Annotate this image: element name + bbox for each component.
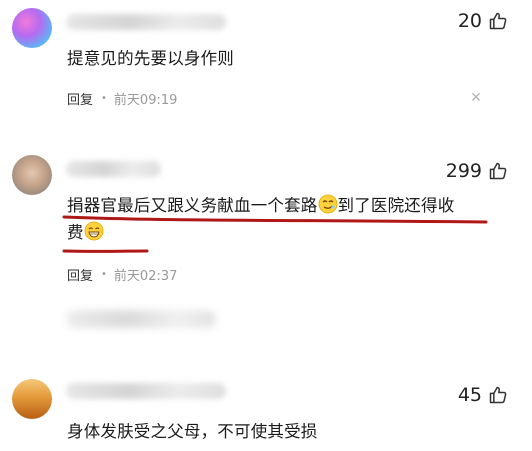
blurred-username	[66, 14, 226, 30]
thumb-up-icon	[488, 11, 508, 31]
avatar[interactable]	[12, 155, 52, 195]
comment-text-part: 到了医院还得收	[337, 196, 455, 215]
like-count: 299	[445, 160, 482, 182]
blurred-username	[66, 161, 161, 177]
like-button[interactable]: 20	[458, 10, 508, 32]
comment-feed: 20 提意见的先要以身作则 回复 • 前天09:19 ✕ 299 捐器官最后又跟…	[0, 0, 532, 451]
timestamp: 前天09:19	[113, 93, 178, 108]
like-count: 45	[457, 384, 482, 406]
like-button[interactable]: 299	[446, 160, 508, 182]
timestamp: 前天02:37	[113, 269, 178, 284]
avatar[interactable]	[12, 379, 52, 419]
comment-text-part: 费	[67, 223, 84, 242]
blurred-username	[66, 383, 226, 399]
smirk-emoji	[318, 194, 338, 214]
reply-button[interactable]: 回复	[67, 265, 93, 284]
separator-dot: •	[101, 269, 107, 280]
separator-dot: •	[101, 93, 107, 104]
comment-text: 捐器官最后又跟义务献血一个套路 到了医院还得收 费	[67, 192, 507, 246]
avatar[interactable]	[12, 8, 52, 48]
comment-text-part: 捐器官最后又跟义务献血一个套路	[67, 196, 318, 215]
thumb-up-icon	[488, 161, 508, 181]
thumb-up-icon	[488, 385, 508, 405]
reply-button[interactable]: 回复	[67, 89, 93, 108]
like-count: 20	[457, 10, 482, 32]
comment-text: 提意见的先要以身作则	[67, 49, 234, 68]
grin-emoji	[84, 221, 104, 241]
comment-meta: 回复 • 前天02:37	[67, 265, 177, 284]
comment-text: 身体发肤受之父母，不可使其受损	[67, 422, 318, 441]
blurred-reply-preview	[66, 310, 216, 328]
comment-meta: 回复 • 前天09:19	[67, 89, 177, 108]
like-button[interactable]: 45	[458, 384, 508, 406]
close-icon[interactable]: ✕	[469, 91, 483, 105]
